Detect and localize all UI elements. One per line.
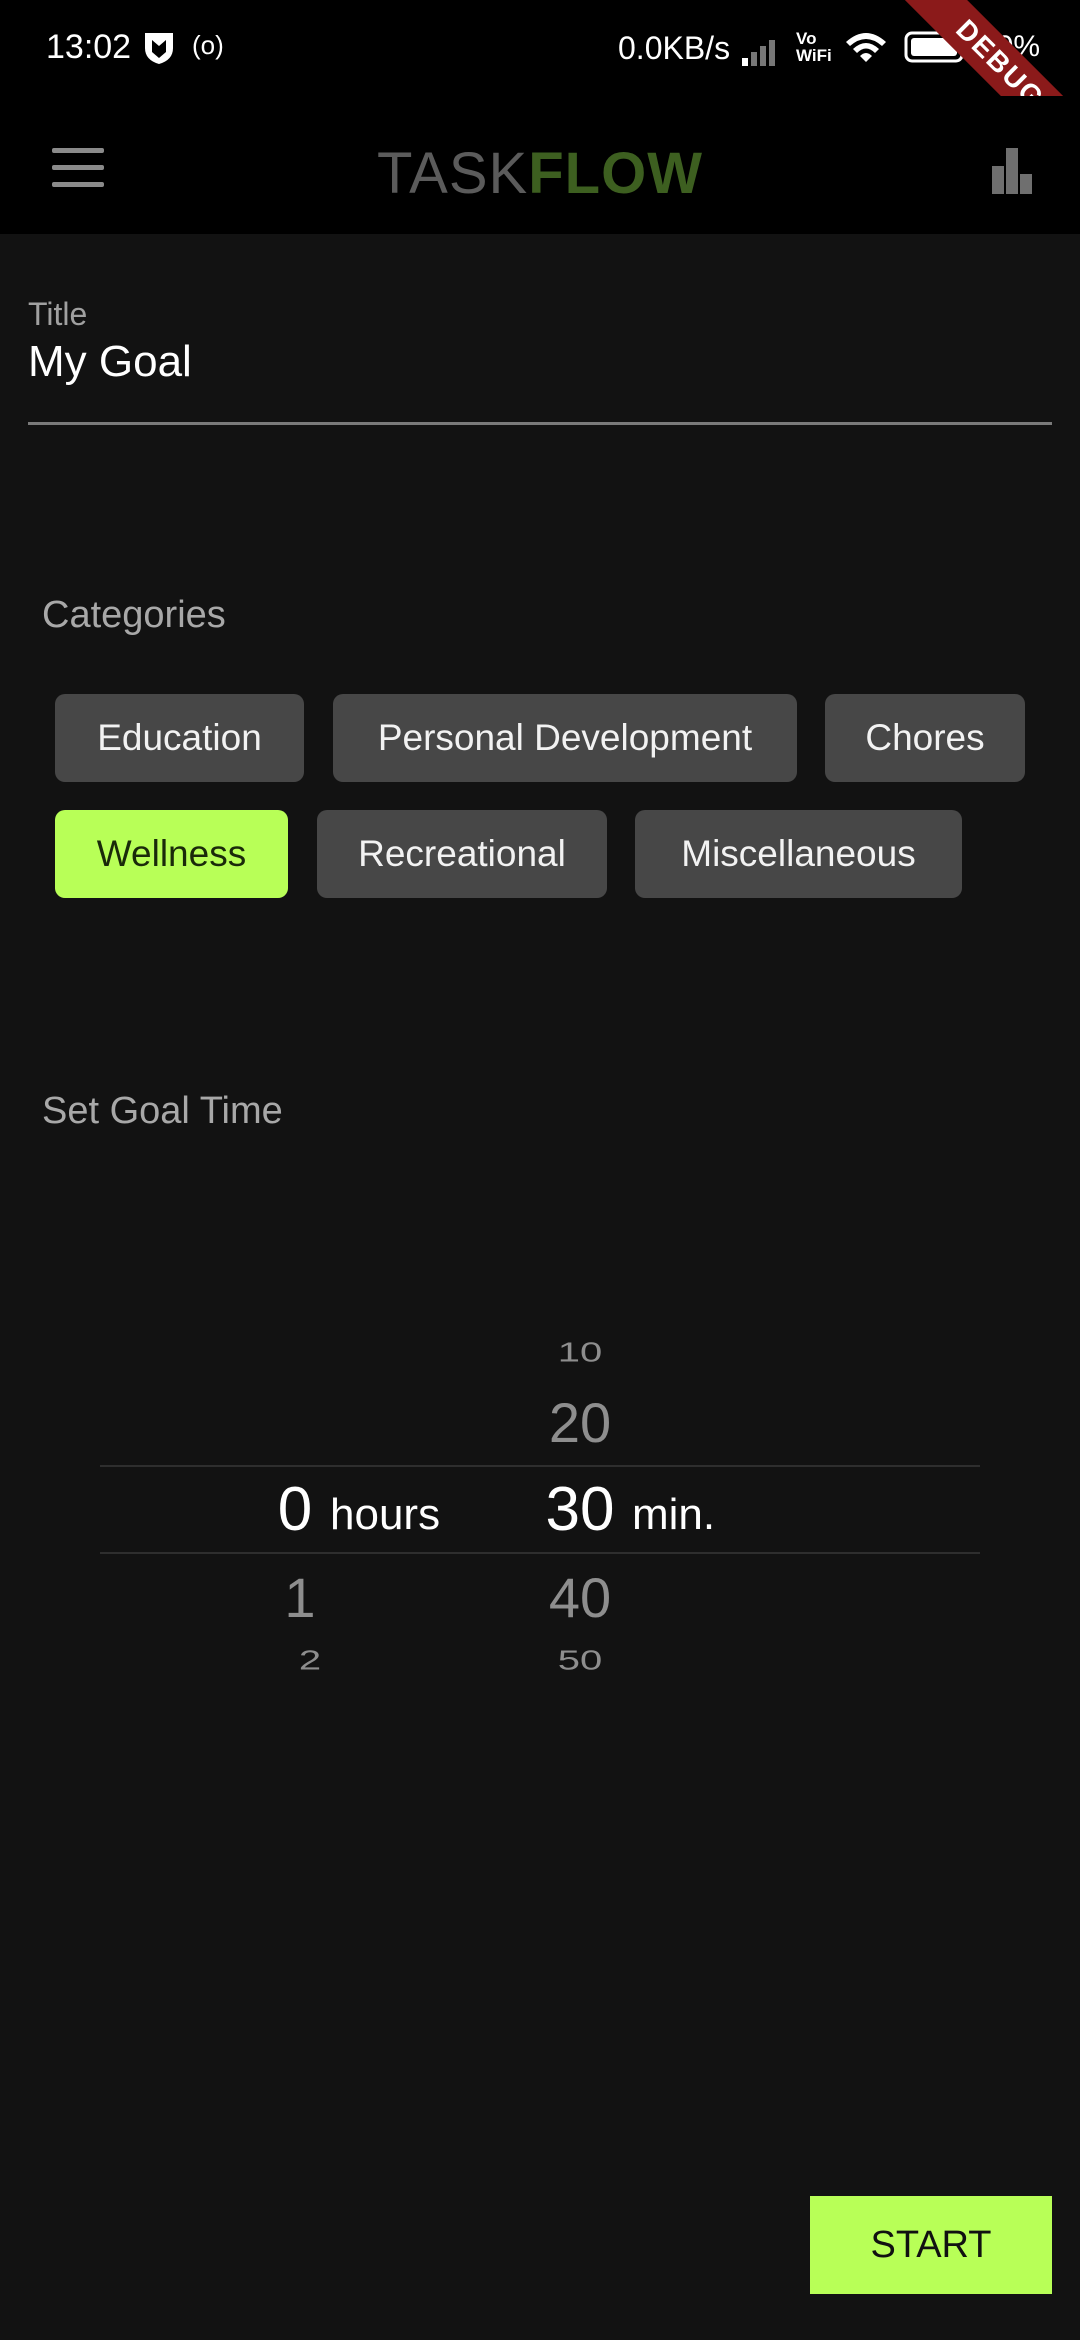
title-underline (28, 422, 1052, 425)
minutes-option[interactable]: 50 (540, 1645, 620, 1677)
title-label: Title (28, 296, 88, 332)
brand-bold: FLOW (528, 141, 703, 206)
radio-icon: (o) (192, 30, 224, 60)
hours-unit: hours (330, 1490, 441, 1539)
minutes-selected[interactable]: 30 (540, 1474, 620, 1545)
vowifi-icon: Vo WiFi (796, 30, 832, 64)
network-speed: 0.0KB/s (618, 30, 731, 66)
minutes-option[interactable]: 10 (540, 1337, 620, 1369)
status-time: 13:02 (46, 28, 132, 66)
bar-chart-icon[interactable] (982, 140, 1042, 196)
hours-selected[interactable]: 0 (270, 1474, 320, 1545)
brand-light: TASK (377, 141, 529, 206)
vowifi-bottom: WiFi (796, 46, 832, 65)
status-bar: 13:02 (o) 0.0KB/s Vo WiFi 90% (0, 0, 1080, 96)
minutes-unit: min. (632, 1490, 716, 1539)
hours-option[interactable]: 2 (280, 1645, 340, 1677)
minutes-option[interactable]: 20 (540, 1390, 620, 1455)
app-bar: TASKFLOW (0, 96, 1080, 234)
hours-option[interactable]: 1 (270, 1565, 330, 1630)
category-chip-recreational[interactable]: Recreational (317, 810, 607, 898)
minutes-option[interactable]: 40 (540, 1565, 620, 1630)
signal-icon (742, 40, 775, 66)
goal-time-label: Set Goal Time (42, 1090, 283, 1132)
picker-selection-top (100, 1465, 980, 1467)
vowifi-top: Vo (796, 29, 817, 48)
app-logo: TASKFLOW (0, 140, 1080, 207)
title-input[interactable] (28, 334, 1052, 390)
category-chip-personal-development[interactable]: Personal Development (333, 694, 797, 782)
picker-selection-bottom (100, 1552, 980, 1554)
screen: 13:02 (o) 0.0KB/s Vo WiFi 90% DEBUG (0, 0, 1080, 2340)
wifi-icon (846, 33, 886, 62)
start-button[interactable]: START (810, 2196, 1052, 2294)
category-chip-education[interactable]: Education (55, 694, 304, 782)
shield-icon (145, 33, 173, 64)
category-chip-wellness[interactable]: Wellness (55, 810, 288, 898)
categories-label: Categories (42, 594, 226, 636)
category-chip-miscellaneous[interactable]: Miscellaneous (635, 810, 962, 898)
category-chip-chores[interactable]: Chores (825, 694, 1025, 782)
